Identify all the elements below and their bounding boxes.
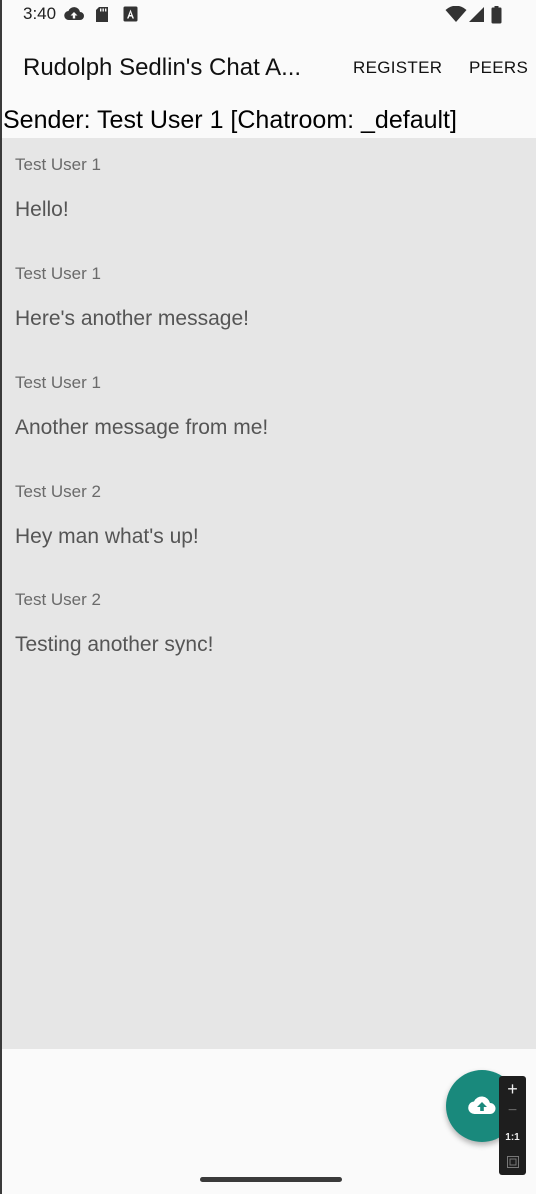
message-sender: Test User 1 xyxy=(15,264,101,283)
peers-button[interactable]: PEERS xyxy=(469,58,528,78)
message-sender: Test User 1 xyxy=(15,373,101,392)
sd-card-icon xyxy=(95,6,109,28)
register-button[interactable]: REGISTER xyxy=(353,58,442,78)
message-text: Hey man what's up! xyxy=(15,525,199,548)
message-item: Test User 2 Hey man what's up! xyxy=(15,482,199,548)
message-item: Test User 2 Testing another sync! xyxy=(15,590,213,656)
zoom-out-button[interactable]: − xyxy=(499,1102,526,1120)
message-sender: Test User 1 xyxy=(15,155,101,174)
app-bar: Rudolph Sedlin's Chat A... REGISTER PEER… xyxy=(0,38,536,98)
message-list[interactable]: Test User 1 Hello! Test User 1 Here's an… xyxy=(2,138,536,1049)
fit-screen-icon[interactable] xyxy=(499,1155,526,1173)
message-item: Test User 1 Here's another message! xyxy=(15,264,249,330)
wifi-icon xyxy=(445,5,467,28)
cell-signal-icon xyxy=(468,6,485,28)
message-text: Hello! xyxy=(15,198,69,221)
message-item: Test User 1 Hello! xyxy=(15,155,101,221)
app-screen: 3:40 Rudolph Sedlin's Chat A... REGISTER… xyxy=(0,0,536,1194)
message-sender: Test User 2 xyxy=(15,482,101,501)
zoom-in-button[interactable]: + xyxy=(499,1079,526,1100)
zoom-reset-button[interactable]: 1:1 xyxy=(499,1132,526,1143)
cloud-upload-icon xyxy=(64,6,84,27)
status-time: 3:40 xyxy=(23,4,57,23)
gesture-nav-handle[interactable] xyxy=(200,1177,342,1182)
font-a-icon xyxy=(123,6,138,27)
message-sender: Test User 2 xyxy=(15,590,101,609)
battery-icon xyxy=(491,6,502,29)
message-item: Test User 1 Another message from me! xyxy=(15,373,268,439)
sender-chatroom-label: Sender: Test User 1 [Chatroom: _default] xyxy=(3,106,457,134)
app-title: Rudolph Sedlin's Chat A... xyxy=(23,54,302,81)
cloud-upload-icon xyxy=(468,1096,496,1115)
status-bar: 3:40 xyxy=(0,0,536,30)
message-text: Here's another message! xyxy=(15,307,249,330)
message-text: Another message from me! xyxy=(15,416,269,439)
zoom-control: + − 1:1 xyxy=(499,1076,526,1175)
message-text: Testing another sync! xyxy=(15,633,214,656)
